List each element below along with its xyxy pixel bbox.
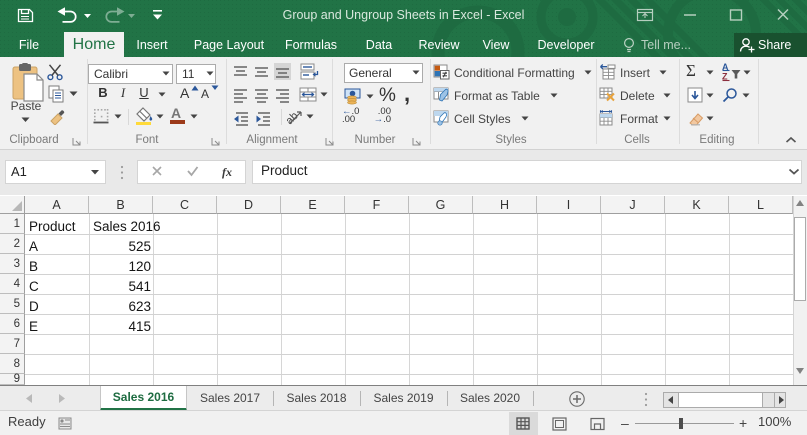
svg-text:fx: fx xyxy=(222,165,232,179)
